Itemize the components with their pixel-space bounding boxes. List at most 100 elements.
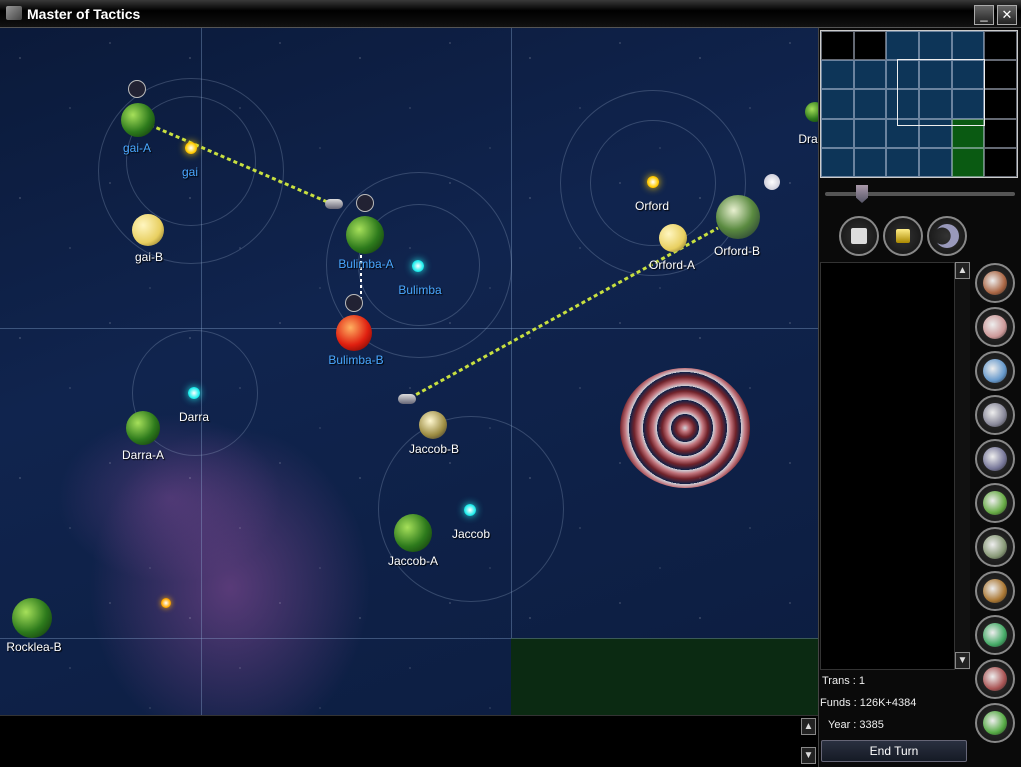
log-scroll-down[interactable]: ▼: [801, 747, 816, 764]
planet-dra[interactable]: [805, 102, 818, 122]
fleet-route: [149, 123, 333, 206]
minimap-cell[interactable]: [984, 147, 1017, 177]
save-icon: [851, 228, 867, 244]
minimap-cell[interactable]: [821, 60, 854, 90]
planet-label: Bulimba-A: [338, 257, 394, 271]
production-icon: [983, 667, 1007, 691]
planet-rocklea-b[interactable]: [12, 598, 52, 638]
minimap-viewport[interactable]: [897, 59, 985, 126]
planet-label: Bulimba-B: [328, 353, 384, 367]
star-label: Darra: [178, 410, 210, 424]
minimap-cell[interactable]: [951, 147, 985, 177]
planet-bulimba-b[interactable]: [336, 315, 372, 351]
robot-icon: [983, 403, 1007, 427]
minimap-cell[interactable]: [951, 31, 985, 61]
object-list[interactable]: [820, 262, 970, 670]
minimap-cell[interactable]: [853, 89, 887, 119]
planets-icon: [983, 491, 1007, 515]
minimize-button[interactable]: _: [974, 5, 994, 25]
star-label: Bulimba: [398, 283, 442, 297]
planet-label: Jaccob-A: [387, 554, 439, 568]
end-turn-button[interactable]: End Turn: [821, 740, 967, 762]
minimap-cell[interactable]: [984, 89, 1017, 119]
ship-design-button[interactable]: [975, 439, 1015, 479]
planet-gai-b[interactable]: [132, 214, 164, 246]
star-label: Jaccob: [451, 527, 491, 541]
ship-icon: [935, 224, 959, 248]
flask-button[interactable]: [975, 351, 1015, 391]
minimap-cell[interactable]: [919, 31, 952, 61]
star-label: Orford: [634, 199, 670, 213]
minimap-cell[interactable]: [853, 31, 887, 61]
research-icon: [983, 315, 1007, 339]
close-button[interactable]: ✕: [997, 5, 1017, 25]
galaxy-map[interactable]: gai-A gai gai-B Bulimba-A Bulimba Bulimb…: [0, 28, 818, 715]
app-icon: [6, 6, 22, 20]
planet-jaccob-b[interactable]: [419, 411, 447, 439]
year-stat: Year : 3385: [828, 719, 884, 731]
minimap-cell[interactable]: [821, 31, 854, 61]
star-orford[interactable]: [647, 176, 659, 188]
star-gai[interactable]: [185, 142, 197, 154]
minimap-cell[interactable]: [984, 31, 1017, 61]
planet-label: Orford-A: [648, 258, 696, 272]
list-scroll-down[interactable]: ▼: [955, 652, 970, 669]
route-layer: [149, 123, 719, 400]
minimap-cell[interactable]: [984, 118, 1017, 148]
star-bulimba[interactable]: [412, 260, 424, 272]
planet-orford-a[interactable]: [659, 224, 687, 252]
colonize-button[interactable]: [975, 703, 1015, 743]
star-unnamed[interactable]: [161, 598, 171, 608]
fleet-icon[interactable]: [128, 80, 146, 98]
fleet-icon[interactable]: [345, 294, 363, 312]
save-button[interactable]: [839, 216, 879, 256]
planet-orford-b[interactable]: [716, 195, 760, 239]
minimap-cell[interactable]: [821, 118, 854, 148]
robot-button[interactable]: [975, 395, 1015, 435]
minimap-cell[interactable]: [853, 118, 887, 148]
list-scroll-up[interactable]: ▲: [955, 262, 970, 279]
fleet-button[interactable]: [927, 216, 967, 256]
ship-icon[interactable]: [325, 199, 343, 209]
star-darra[interactable]: [188, 387, 200, 399]
planet-label: Dra: [798, 132, 818, 146]
planet-gai-a[interactable]: [121, 103, 155, 137]
fleet-icon[interactable]: [356, 194, 374, 212]
research-button[interactable]: [975, 307, 1015, 347]
planet-darra-a[interactable]: [126, 411, 160, 445]
planet-label: Darra-A: [121, 448, 165, 462]
planets-button[interactable]: [975, 483, 1015, 523]
message-log[interactable]: ▲ ▼: [0, 715, 818, 767]
planet-attack-icon: [983, 623, 1007, 647]
empire-button[interactable]: [883, 216, 923, 256]
minimap-cell[interactable]: [821, 147, 854, 177]
factory-button[interactable]: [975, 263, 1015, 303]
colonize-icon: [983, 711, 1007, 735]
planet-jaccob-a[interactable]: [394, 514, 432, 552]
star-jaccob[interactable]: [464, 504, 476, 516]
population-icon: [983, 535, 1007, 559]
log-scroll-up[interactable]: ▲: [801, 718, 816, 735]
minimap-cell[interactable]: [919, 147, 952, 177]
transfer-button[interactable]: [975, 571, 1015, 611]
planet-label: gai-B: [134, 250, 164, 264]
list-scrollbar[interactable]: ▲ ▼: [954, 262, 970, 670]
minimap-cell[interactable]: [886, 31, 919, 61]
minimap-cell[interactable]: [853, 60, 887, 90]
star-label: gai: [181, 165, 199, 179]
population-button[interactable]: [975, 527, 1015, 567]
minimap-cell[interactable]: [886, 147, 919, 177]
minimap-cell[interactable]: [853, 147, 887, 177]
minimap-cell[interactable]: [984, 60, 1017, 90]
ship-icon[interactable]: [398, 394, 416, 404]
minimap-cell[interactable]: [821, 89, 854, 119]
planet-attack-button[interactable]: [975, 615, 1015, 655]
trans-stat: Trans : 1: [822, 675, 865, 687]
production-button[interactable]: [975, 659, 1015, 699]
asteroid[interactable]: [764, 174, 780, 190]
planet-label: Orford-B: [713, 244, 761, 258]
zoom-slider[interactable]: [825, 192, 1015, 196]
flask-icon: [983, 359, 1007, 383]
funds-stat: Funds : 126K+4384: [820, 697, 917, 709]
planet-bulimba-a[interactable]: [346, 216, 384, 254]
